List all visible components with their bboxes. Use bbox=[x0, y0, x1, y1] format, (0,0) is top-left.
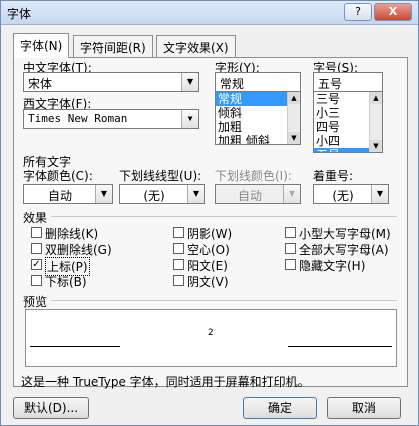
outline-checkbox[interactable] bbox=[173, 243, 184, 254]
size-list[interactable]: 三号 小三 四号 小四 五号 ▲ ▼ bbox=[313, 91, 383, 153]
effects-section-label: 效果 bbox=[23, 211, 48, 225]
subscript-label[interactable]: 下标(B) bbox=[45, 273, 87, 290]
subscript-checkbox[interactable] bbox=[31, 275, 42, 286]
all-caps-label[interactable]: 全部大写字母(A) bbox=[299, 241, 389, 258]
hidden-text-checkbox[interactable] bbox=[285, 259, 296, 270]
emboss-checkbox[interactable] bbox=[173, 259, 184, 270]
scroll-up-icon[interactable]: ▲ bbox=[370, 92, 382, 104]
preview-baseline-right bbox=[288, 346, 392, 347]
style-scrollbar[interactable]: ▲ ▼ bbox=[287, 92, 300, 144]
font-description: 这是一种 TrueType 字体，同时适用于屏幕和打印机。 bbox=[21, 375, 310, 389]
all-caps-checkbox[interactable] bbox=[285, 243, 296, 254]
west-font-value: Times New Roman bbox=[28, 112, 128, 125]
strikethrough-checkbox[interactable] bbox=[31, 227, 42, 238]
double-strikethrough-label[interactable]: 双删除线(G) bbox=[45, 241, 112, 258]
help-button[interactable]: ? bbox=[344, 3, 372, 21]
strikethrough-label[interactable]: 删除线(K) bbox=[45, 225, 98, 242]
underline-type-label: 下划线线型(U): bbox=[119, 169, 202, 183]
preview-superscript: 2 bbox=[208, 328, 214, 338]
small-caps-label[interactable]: 小型大写字母(M) bbox=[299, 225, 391, 242]
font-color-label: 字体颜色(C): bbox=[23, 169, 93, 183]
close-button[interactable]: X bbox=[374, 3, 412, 21]
shadow-checkbox[interactable] bbox=[173, 227, 184, 238]
emboss-label[interactable]: 阳文(E) bbox=[187, 257, 228, 274]
emphasis-combo[interactable]: (无) ▼ bbox=[313, 184, 389, 204]
title-bar: 字体 ? X bbox=[1, 1, 418, 25]
outline-label[interactable]: 空心(O) bbox=[187, 241, 230, 258]
underline-type-value: (无) bbox=[143, 189, 165, 203]
tab-text-effects[interactable]: 文字效果(X) bbox=[156, 35, 236, 57]
dialog-title: 字体 bbox=[7, 7, 32, 21]
shadow-label[interactable]: 阴影(W) bbox=[187, 225, 232, 242]
chevron-down-icon: ▼ bbox=[283, 185, 300, 203]
west-font-combo[interactable]: Times New Roman ▼ bbox=[23, 109, 199, 129]
hidden-text-label[interactable]: 隐藏文字(H) bbox=[299, 257, 365, 274]
preview-divider bbox=[51, 300, 397, 301]
preview-box: 2 bbox=[25, 309, 397, 367]
size-scrollbar[interactable]: ▲ ▼ bbox=[369, 92, 382, 152]
chevron-down-icon[interactable]: ▼ bbox=[95, 185, 112, 203]
underline-color-combo: 自动 ▼ bbox=[215, 184, 301, 204]
effects-divider bbox=[51, 216, 397, 217]
underline-color-value: 自动 bbox=[237, 189, 262, 203]
emphasis-value: (无) bbox=[332, 189, 354, 203]
preview-section-label: 预览 bbox=[23, 295, 48, 309]
style-input[interactable]: 常规 bbox=[215, 72, 301, 92]
engrave-checkbox[interactable] bbox=[173, 275, 184, 286]
tab-font[interactable]: 字体(N) bbox=[13, 33, 70, 58]
scroll-up-icon[interactable]: ▲ bbox=[288, 92, 300, 104]
emphasis-label: 着重号: bbox=[313, 169, 354, 183]
ok-button[interactable]: 确定 bbox=[243, 397, 317, 419]
chevron-down-icon[interactable]: ▼ bbox=[181, 110, 198, 128]
cancel-button[interactable]: 取消 bbox=[327, 397, 401, 419]
tab-char-spacing[interactable]: 字符间距(R) bbox=[73, 35, 153, 57]
engrave-label[interactable]: 阴文(V) bbox=[187, 273, 229, 290]
cn-font-value: 宋体 bbox=[28, 77, 53, 91]
cn-font-combo[interactable]: 宋体 ▼ bbox=[23, 72, 199, 92]
underline-type-combo[interactable]: (无) ▼ bbox=[119, 184, 205, 204]
double-strikethrough-checkbox[interactable] bbox=[31, 243, 42, 254]
style-list[interactable]: 常规 倾斜 加粗 加粗 倾斜 ▲ ▼ bbox=[215, 91, 301, 145]
small-caps-checkbox[interactable] bbox=[285, 227, 296, 238]
scroll-down-icon[interactable]: ▼ bbox=[370, 140, 382, 152]
underline-color-label: 下划线颜色(I): bbox=[215, 169, 292, 183]
default-button[interactable]: 默认(D)... bbox=[13, 397, 89, 419]
font-color-value: 自动 bbox=[47, 189, 72, 203]
scroll-down-icon[interactable]: ▼ bbox=[288, 132, 300, 144]
chevron-down-icon[interactable]: ▼ bbox=[181, 73, 198, 91]
size-input[interactable]: 五号 bbox=[313, 72, 383, 92]
font-color-combo[interactable]: 自动 ▼ bbox=[23, 184, 113, 204]
font-dialog: 字体 ? X 字体(N) 字符间距(R) 文字效果(X) 中文字体(T): 宋体… bbox=[0, 0, 419, 426]
preview-baseline-left bbox=[30, 346, 120, 347]
chevron-down-icon[interactable]: ▼ bbox=[371, 185, 388, 203]
superscript-checkbox[interactable]: ✓ bbox=[31, 259, 42, 270]
chevron-down-icon[interactable]: ▼ bbox=[187, 185, 204, 203]
